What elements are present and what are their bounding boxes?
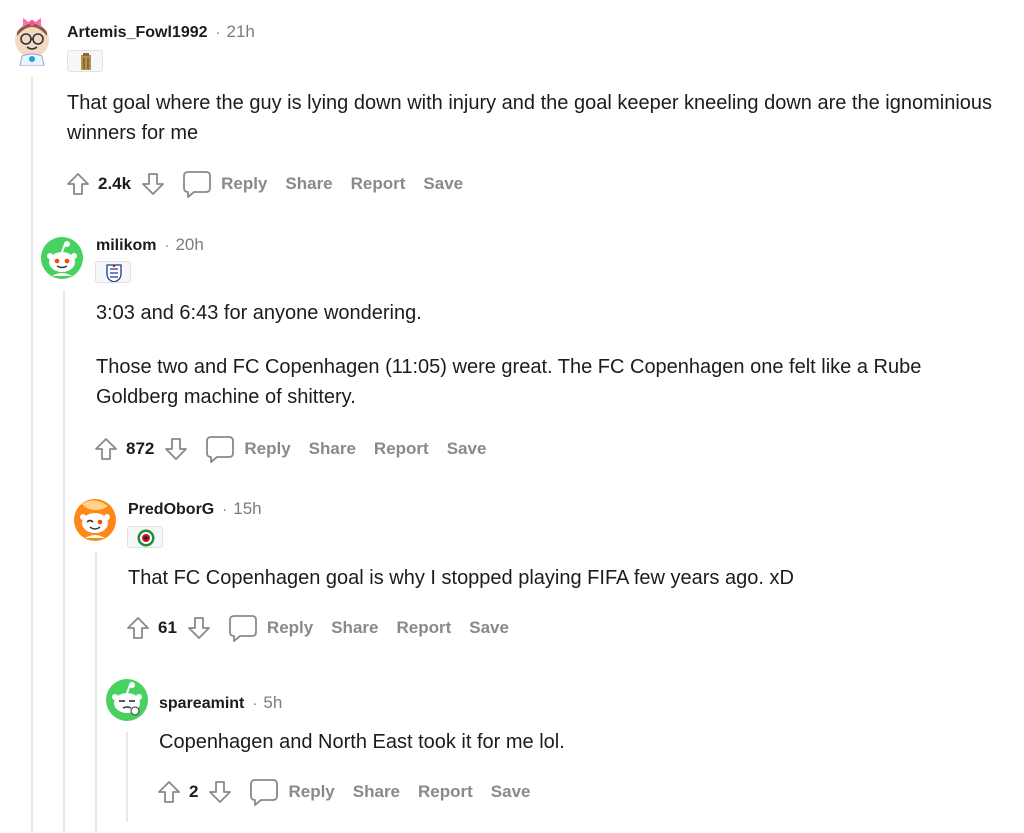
thread-line-level-2[interactable] bbox=[63, 290, 65, 833]
timestamp[interactable]: 21h bbox=[227, 22, 255, 42]
report-button[interactable]: Report bbox=[396, 618, 451, 638]
comment-body: That goal where the guy is lying down wi… bbox=[67, 88, 1007, 148]
comment-actions: 2.4k Reply Share Report Save bbox=[64, 168, 481, 200]
upvote-icon[interactable] bbox=[155, 778, 183, 806]
comment-body: 3:03 and 6:43 for anyone wondering. Thos… bbox=[96, 298, 1006, 412]
england-crest-flair-icon bbox=[95, 261, 131, 283]
report-button[interactable]: Report bbox=[374, 439, 429, 459]
comment-actions: 872 Reply Share Report Save bbox=[92, 433, 504, 465]
comment-actions: 2 Reply Share Report Save bbox=[155, 776, 549, 808]
share-button[interactable]: Share bbox=[353, 782, 400, 802]
reply-bubble-icon[interactable] bbox=[227, 612, 259, 644]
vote-score: 61 bbox=[158, 618, 177, 637]
save-button[interactable]: Save bbox=[491, 782, 531, 802]
timestamp[interactable]: 15h bbox=[233, 499, 261, 519]
downvote-icon[interactable] bbox=[139, 170, 167, 198]
vote-score: 872 bbox=[126, 439, 155, 458]
comment-paragraph: Those two and FC Copenhagen (11:05) were… bbox=[96, 356, 922, 408]
reply-button[interactable]: Reply bbox=[221, 174, 267, 194]
avatar-icon[interactable] bbox=[40, 236, 84, 280]
reply-bubble-icon[interactable] bbox=[248, 776, 280, 808]
comment-paragraph: That goal where the guy is lying down wi… bbox=[67, 92, 993, 144]
share-button[interactable]: Share bbox=[285, 174, 332, 194]
share-button[interactable]: Share bbox=[331, 618, 378, 638]
avatar-icon[interactable] bbox=[10, 12, 54, 67]
thread-line-level-1[interactable] bbox=[31, 76, 33, 833]
separator: · bbox=[222, 501, 228, 518]
upvote-icon[interactable] bbox=[124, 614, 152, 642]
tower-flair-icon bbox=[67, 50, 103, 72]
save-button[interactable]: Save bbox=[423, 174, 463, 194]
reply-bubble-icon[interactable] bbox=[181, 168, 213, 200]
comment-paragraph: That FC Copenhagen goal is why I stopped… bbox=[128, 567, 794, 589]
timestamp[interactable]: 5h bbox=[263, 693, 282, 713]
separator: · bbox=[164, 237, 170, 254]
save-button[interactable]: Save bbox=[447, 439, 487, 459]
separator: · bbox=[215, 24, 221, 41]
avatar-icon[interactable] bbox=[73, 498, 117, 542]
comment-body: Copenhagen and North East took it for me… bbox=[159, 727, 999, 757]
thread-line-level-4[interactable] bbox=[126, 732, 128, 822]
separator: · bbox=[252, 695, 258, 712]
vote-score: 2.4k bbox=[98, 174, 132, 193]
username[interactable]: milikom bbox=[96, 237, 156, 255]
comment-body: That FC Copenhagen goal is why I stopped… bbox=[128, 563, 1008, 593]
downvote-icon[interactable] bbox=[185, 614, 213, 642]
username[interactable]: Artemis_Fowl1992 bbox=[67, 24, 208, 42]
save-button[interactable]: Save bbox=[469, 618, 509, 638]
football-club-crest-flair-icon bbox=[127, 526, 163, 548]
avatar-icon[interactable] bbox=[105, 678, 149, 722]
username[interactable]: PredOborG bbox=[128, 501, 214, 519]
upvote-icon[interactable] bbox=[64, 170, 92, 198]
report-button[interactable]: Report bbox=[418, 782, 473, 802]
reply-bubble-icon[interactable] bbox=[204, 433, 236, 465]
share-button[interactable]: Share bbox=[309, 439, 356, 459]
upvote-icon[interactable] bbox=[92, 435, 120, 463]
thread-line-level-3[interactable] bbox=[95, 552, 97, 833]
comment-actions: 61 Reply Share Report Save bbox=[124, 612, 527, 644]
username[interactable]: spareamint bbox=[159, 695, 244, 713]
report-button[interactable]: Report bbox=[351, 174, 406, 194]
downvote-icon[interactable] bbox=[206, 778, 234, 806]
reply-button[interactable]: Reply bbox=[244, 439, 290, 459]
reply-button[interactable]: Reply bbox=[267, 618, 313, 638]
timestamp[interactable]: 20h bbox=[175, 235, 203, 255]
vote-score: 2 bbox=[189, 782, 199, 801]
downvote-icon[interactable] bbox=[162, 435, 190, 463]
comment-paragraph: Copenhagen and North East took it for me… bbox=[159, 731, 565, 753]
reply-button[interactable]: Reply bbox=[288, 782, 334, 802]
comment-paragraph: 3:03 and 6:43 for anyone wondering. bbox=[96, 302, 422, 324]
